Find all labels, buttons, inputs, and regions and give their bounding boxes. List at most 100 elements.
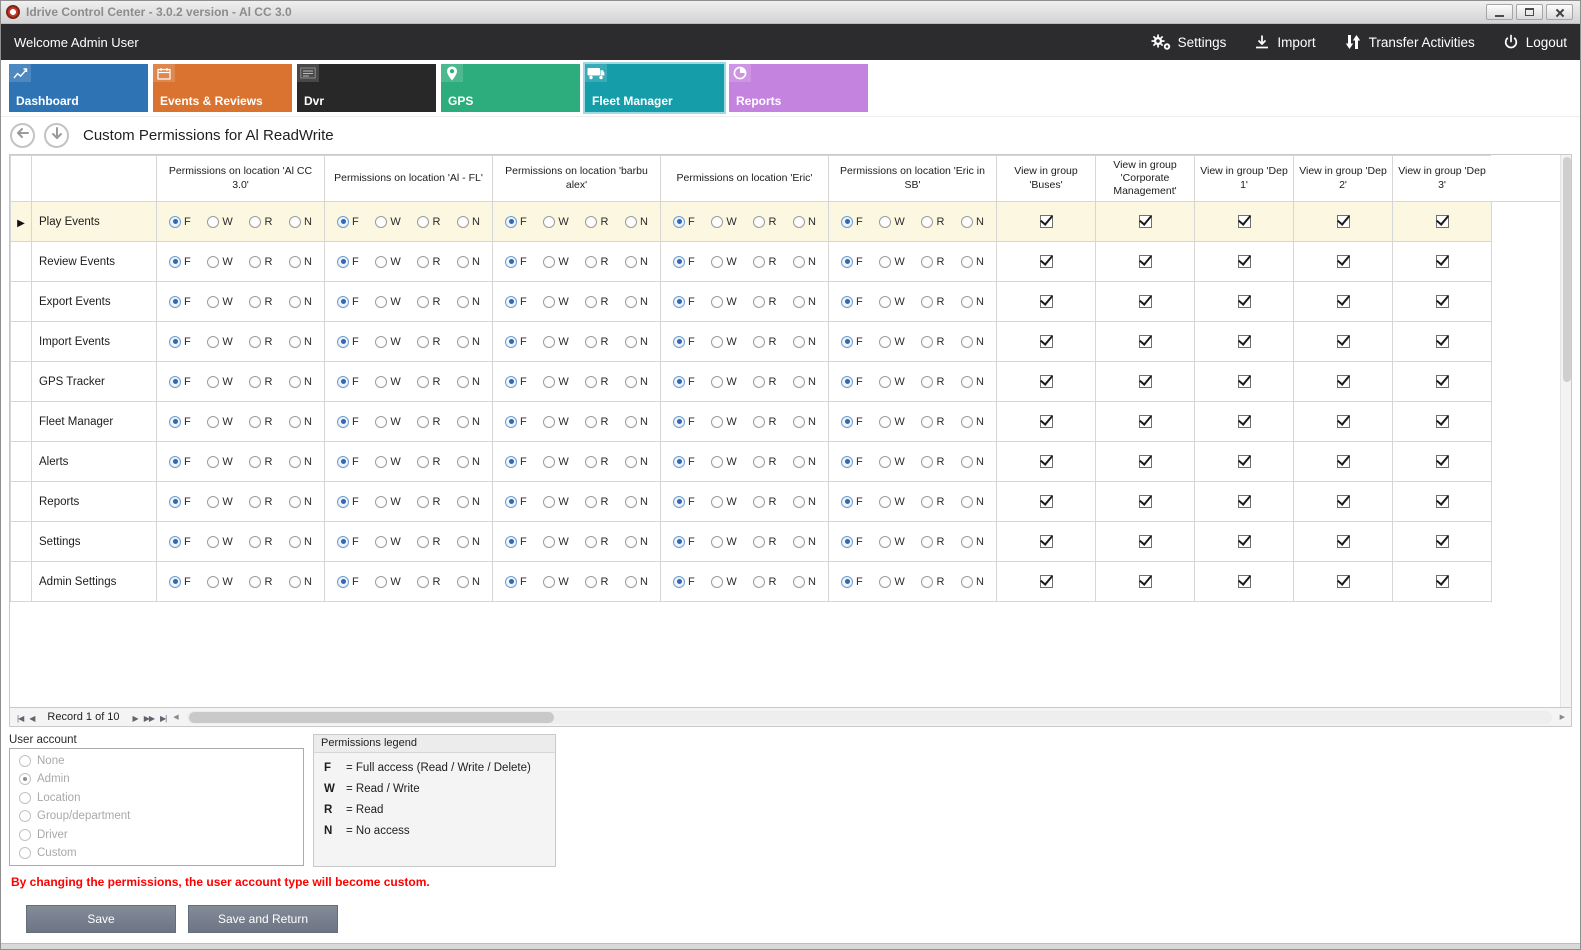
- permission-radio-n[interactable]: N: [457, 416, 480, 428]
- row-label[interactable]: GPS Tracker: [32, 362, 157, 402]
- maximize-button[interactable]: [1516, 4, 1543, 20]
- permission-radio-f[interactable]: F: [337, 496, 359, 508]
- permission-radio-r[interactable]: R: [753, 456, 776, 468]
- permission-radio-r[interactable]: R: [921, 336, 944, 348]
- permission-radio-n[interactable]: N: [625, 576, 648, 588]
- permission-radio-w[interactable]: W: [543, 536, 568, 548]
- permission-radio-f[interactable]: F: [337, 216, 359, 228]
- permission-radio-r[interactable]: R: [753, 256, 776, 268]
- permission-radio-f[interactable]: F: [337, 576, 359, 588]
- permission-radio-f[interactable]: F: [841, 456, 863, 468]
- permission-radio-w[interactable]: W: [879, 536, 904, 548]
- group-view-checkbox[interactable]: [1139, 375, 1152, 388]
- permission-radio-r[interactable]: R: [921, 576, 944, 588]
- permission-radio-f[interactable]: F: [505, 456, 527, 468]
- row-label[interactable]: Admin Settings: [32, 562, 157, 602]
- table-row[interactable]: Admin SettingsFWRNFWRNFWRNFWRNFWRN: [11, 562, 1492, 602]
- permission-radio-n[interactable]: N: [793, 336, 816, 348]
- permission-radio-n[interactable]: N: [457, 496, 480, 508]
- permission-radio-n[interactable]: N: [625, 536, 648, 548]
- permission-radio-w[interactable]: W: [879, 456, 904, 468]
- group-view-checkbox[interactable]: [1337, 535, 1350, 548]
- permission-radio-f[interactable]: F: [673, 496, 695, 508]
- permission-radio-w[interactable]: W: [711, 296, 736, 308]
- permission-radio-f[interactable]: F: [169, 376, 191, 388]
- group-view-checkbox[interactable]: [1139, 455, 1152, 468]
- permission-radio-n[interactable]: N: [457, 296, 480, 308]
- group-view-checkbox[interactable]: [1436, 575, 1449, 588]
- permission-radio-f[interactable]: F: [337, 296, 359, 308]
- permission-radio-f[interactable]: F: [505, 216, 527, 228]
- row-label[interactable]: Settings: [32, 522, 157, 562]
- permission-radio-w[interactable]: W: [879, 416, 904, 428]
- group-view-checkbox[interactable]: [1337, 575, 1350, 588]
- table-row[interactable]: SettingsFWRNFWRNFWRNFWRNFWRN: [11, 522, 1492, 562]
- permission-radio-n[interactable]: N: [793, 576, 816, 588]
- group-view-checkbox[interactable]: [1040, 255, 1053, 268]
- permission-radio-n[interactable]: N: [793, 296, 816, 308]
- settings-button[interactable]: Settings: [1151, 34, 1227, 51]
- table-row[interactable]: ▶Play EventsFWRNFWRNFWRNFWRNFWRN: [11, 202, 1492, 242]
- permission-radio-r[interactable]: R: [585, 376, 608, 388]
- permission-radio-w[interactable]: W: [711, 536, 736, 548]
- permission-radio-f[interactable]: F: [673, 296, 695, 308]
- permission-radio-f[interactable]: F: [169, 456, 191, 468]
- permission-radio-n[interactable]: N: [457, 576, 480, 588]
- permission-radio-f[interactable]: F: [841, 496, 863, 508]
- permission-radio-n[interactable]: N: [625, 256, 648, 268]
- permission-radio-r[interactable]: R: [921, 456, 944, 468]
- row-label[interactable]: Fleet Manager: [32, 402, 157, 442]
- permission-radio-r[interactable]: R: [417, 536, 440, 548]
- group-view-checkbox[interactable]: [1238, 535, 1251, 548]
- prev-record-button[interactable]: ◀: [26, 714, 37, 723]
- permission-radio-n[interactable]: N: [625, 496, 648, 508]
- permission-radio-f[interactable]: F: [841, 536, 863, 548]
- group-view-checkbox[interactable]: [1040, 215, 1053, 228]
- permission-radio-f[interactable]: F: [673, 376, 695, 388]
- permission-radio-f[interactable]: F: [841, 216, 863, 228]
- group-view-checkbox[interactable]: [1337, 455, 1350, 468]
- permission-radio-n[interactable]: N: [961, 416, 984, 428]
- permission-radio-f[interactable]: F: [841, 416, 863, 428]
- permission-radio-w[interactable]: W: [207, 256, 232, 268]
- permission-radio-f[interactable]: F: [337, 536, 359, 548]
- table-row[interactable]: GPS TrackerFWRNFWRNFWRNFWRNFWRN: [11, 362, 1492, 402]
- permission-radio-r[interactable]: R: [417, 456, 440, 468]
- permission-radio-w[interactable]: W: [543, 576, 568, 588]
- permission-radio-r[interactable]: R: [249, 336, 272, 348]
- tab-dashboard[interactable]: Dashboard: [9, 64, 148, 112]
- permission-radio-w[interactable]: W: [711, 256, 736, 268]
- row-label[interactable]: Reports: [32, 482, 157, 522]
- permission-radio-f[interactable]: F: [337, 336, 359, 348]
- permission-radio-w[interactable]: W: [207, 296, 232, 308]
- group-view-checkbox[interactable]: [1337, 255, 1350, 268]
- permission-radio-f[interactable]: F: [505, 536, 527, 548]
- permission-radio-w[interactable]: W: [711, 376, 736, 388]
- group-view-checkbox[interactable]: [1139, 415, 1152, 428]
- permission-radio-r[interactable]: R: [585, 296, 608, 308]
- row-label[interactable]: Review Events: [32, 242, 157, 282]
- permission-radio-w[interactable]: W: [879, 336, 904, 348]
- tab-gps[interactable]: GPS: [441, 64, 580, 112]
- group-view-checkbox[interactable]: [1139, 575, 1152, 588]
- permission-radio-r[interactable]: R: [417, 416, 440, 428]
- permission-radio-r[interactable]: R: [585, 456, 608, 468]
- permission-radio-w[interactable]: W: [711, 416, 736, 428]
- group-view-checkbox[interactable]: [1337, 295, 1350, 308]
- permission-radio-n[interactable]: N: [289, 416, 312, 428]
- group-view-checkbox[interactable]: [1040, 415, 1053, 428]
- permission-radio-n[interactable]: N: [457, 336, 480, 348]
- permission-radio-w[interactable]: W: [207, 416, 232, 428]
- permission-radio-r[interactable]: R: [585, 536, 608, 548]
- permission-radio-r[interactable]: R: [417, 256, 440, 268]
- row-label[interactable]: Export Events: [32, 282, 157, 322]
- fast-forward-record-button[interactable]: ▶▶: [141, 714, 157, 723]
- permission-radio-f[interactable]: F: [337, 376, 359, 388]
- permission-radio-n[interactable]: N: [289, 216, 312, 228]
- group-view-checkbox[interactable]: [1238, 295, 1251, 308]
- tab-reports[interactable]: Reports: [729, 64, 868, 112]
- permission-radio-w[interactable]: W: [207, 376, 232, 388]
- permission-radio-f[interactable]: F: [169, 296, 191, 308]
- permission-radio-n[interactable]: N: [457, 376, 480, 388]
- permission-radio-n[interactable]: N: [625, 296, 648, 308]
